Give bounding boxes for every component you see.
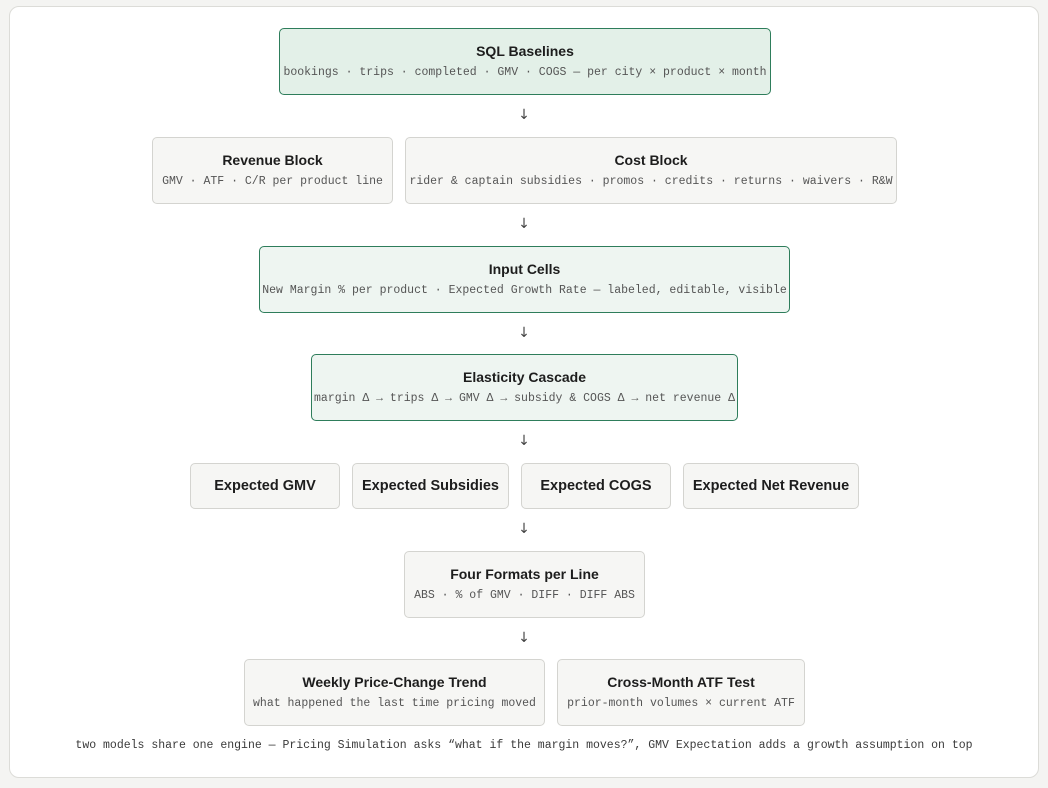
expected-cogs-node: Expected COGS: [521, 463, 671, 509]
weekly-trend-subtitle: what happened the last time pricing move…: [253, 697, 536, 710]
expected-cogs-title: Expected COGS: [540, 478, 652, 494]
expected-gmv-node: Expected GMV: [190, 463, 340, 509]
input-cells-title: Input Cells: [488, 261, 561, 277]
expected-subsidies-title: Expected Subsidies: [362, 478, 499, 494]
expected-net-revenue-title: Expected Net Revenue: [692, 478, 850, 494]
arrow-5: ↓: [518, 521, 530, 537]
expected-net-revenue-node: Expected Net Revenue: [683, 463, 859, 509]
sql-baselines-subtitle: bookings · trips · completed · GMV · COG…: [283, 66, 767, 79]
expected-subsidies-node: Expected Subsidies: [352, 463, 509, 509]
expected-gmv-title: Expected GMV: [214, 478, 316, 494]
sql-baselines-title: SQL Baselines: [476, 43, 574, 59]
four-formats-node: Four Formats per Line ABS · % of GMV · D…: [404, 551, 645, 618]
arrow-1: ↓: [518, 107, 530, 123]
atf-test-node: Cross-Month ATF Test prior-month volumes…: [557, 659, 805, 726]
arrow-6: ↓: [518, 630, 530, 646]
elasticity-cascade-title: Elasticity Cascade: [463, 369, 586, 385]
cost-block-node: Cost Block rider & captain subsidies · p…: [405, 137, 897, 204]
cost-block-title: Cost Block: [614, 152, 688, 168]
weekly-trend-node: Weekly Price-Change Trend what happened …: [244, 659, 545, 726]
cost-block-subtitle: rider & captain subsidies · promos · cre…: [409, 175, 893, 188]
four-formats-title: Four Formats per Line: [450, 566, 599, 582]
input-cells-subtitle: New Margin % per product · Expected Grow…: [262, 284, 787, 297]
arrow-4: ↓: [518, 433, 530, 449]
diagram-caption: two models share one engine — Pricing Si…: [75, 739, 973, 752]
revenue-block-node: Revenue Block GMV · ATF · C/R per produc…: [152, 137, 393, 204]
atf-test-subtitle: prior-month volumes × current ATF: [567, 697, 795, 710]
revenue-block-subtitle: GMV · ATF · C/R per product line: [162, 175, 383, 188]
sql-baselines-node: SQL Baselines bookings · trips · complet…: [279, 28, 771, 95]
input-cells-node: Input Cells New Margin % per product · E…: [259, 246, 790, 313]
revenue-block-title: Revenue Block: [222, 152, 323, 168]
arrow-3: ↓: [518, 325, 530, 341]
elasticity-cascade-node: Elasticity Cascade margin Δ → trips Δ → …: [311, 354, 738, 421]
four-formats-subtitle: ABS · % of GMV · DIFF · DIFF ABS: [414, 589, 635, 602]
weekly-trend-title: Weekly Price-Change Trend: [302, 674, 487, 690]
elasticity-cascade-subtitle: margin Δ → trips Δ → GMV Δ → subsidy & C…: [314, 392, 735, 405]
atf-test-title: Cross-Month ATF Test: [607, 674, 755, 690]
arrow-2: ↓: [518, 216, 530, 232]
